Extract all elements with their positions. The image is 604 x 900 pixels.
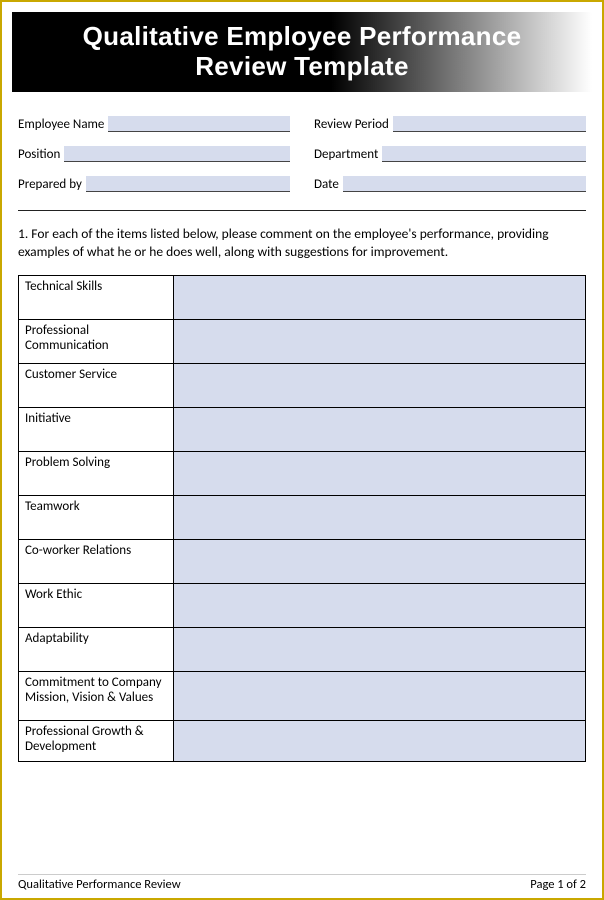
category-label: Work Ethic xyxy=(19,584,174,628)
category-label: Teamwork xyxy=(19,496,174,540)
table-row: Professional Communication xyxy=(19,320,586,364)
footer-right: Page 1 of 2 xyxy=(530,877,586,892)
category-label: Professional Communication xyxy=(19,320,174,364)
field-prepared-by: Prepared by xyxy=(18,176,290,192)
input-prepared-by[interactable] xyxy=(86,176,290,192)
content-area: Employee Name Review Period Position Dep… xyxy=(2,92,602,762)
category-label: Commitment to Company Mission, Vision & … xyxy=(19,672,174,721)
header-band: Qualitative Employee Performance Review … xyxy=(12,12,592,92)
comment-box[interactable] xyxy=(174,628,586,672)
table-row: Professional Growth & Development xyxy=(19,721,586,762)
input-date[interactable] xyxy=(343,176,586,192)
input-review-period[interactable] xyxy=(393,116,586,132)
table-row: Work Ethic xyxy=(19,584,586,628)
table-row: Technical Skills xyxy=(19,276,586,320)
category-label: Initiative xyxy=(19,408,174,452)
category-label: Adaptability xyxy=(19,628,174,672)
label-date: Date xyxy=(314,177,343,192)
label-employee-name: Employee Name xyxy=(18,117,108,132)
field-review-period: Review Period xyxy=(314,116,586,132)
table-row: Customer Service xyxy=(19,364,586,408)
table-row: Commitment to Company Mission, Vision & … xyxy=(19,672,586,721)
table-row: Adaptability xyxy=(19,628,586,672)
field-grid: Employee Name Review Period Position Dep… xyxy=(18,116,586,192)
title-line-1: Qualitative Employee Performance xyxy=(83,21,522,51)
review-table: Technical Skills Professional Communicat… xyxy=(18,275,586,762)
comment-box[interactable] xyxy=(174,540,586,584)
footer-left: Qualitative Performance Review xyxy=(18,877,181,892)
table-row: Co-worker Relations xyxy=(19,540,586,584)
label-position: Position xyxy=(18,147,64,162)
category-label: Customer Service xyxy=(19,364,174,408)
input-position[interactable] xyxy=(64,146,290,162)
input-department[interactable] xyxy=(382,146,586,162)
comment-box[interactable] xyxy=(174,584,586,628)
category-label: Professional Growth & Development xyxy=(19,721,174,762)
divider xyxy=(18,210,586,211)
footer: Qualitative Performance Review Page 1 of… xyxy=(18,874,586,892)
label-review-period: Review Period xyxy=(314,117,393,132)
category-label: Co-worker Relations xyxy=(19,540,174,584)
field-department: Department xyxy=(314,146,586,162)
table-row: Problem Solving xyxy=(19,452,586,496)
comment-box[interactable] xyxy=(174,276,586,320)
instructions-text: 1. For each of the items listed below, p… xyxy=(18,225,586,261)
category-label: Problem Solving xyxy=(19,452,174,496)
table-row: Teamwork xyxy=(19,496,586,540)
comment-box[interactable] xyxy=(174,672,586,721)
comment-box[interactable] xyxy=(174,452,586,496)
label-department: Department xyxy=(314,147,382,162)
comment-box[interactable] xyxy=(174,496,586,540)
field-position: Position xyxy=(18,146,290,162)
comment-box[interactable] xyxy=(174,408,586,452)
label-prepared-by: Prepared by xyxy=(18,177,86,192)
field-date: Date xyxy=(314,176,586,192)
input-employee-name[interactable] xyxy=(108,116,290,132)
comment-box[interactable] xyxy=(174,721,586,762)
table-row: Initiative xyxy=(19,408,586,452)
field-employee-name: Employee Name xyxy=(18,116,290,132)
title-line-2: Review Template xyxy=(195,51,409,81)
comment-box[interactable] xyxy=(174,320,586,364)
comment-box[interactable] xyxy=(174,364,586,408)
category-label: Technical Skills xyxy=(19,276,174,320)
header-title: Qualitative Employee Performance Review … xyxy=(83,22,522,82)
